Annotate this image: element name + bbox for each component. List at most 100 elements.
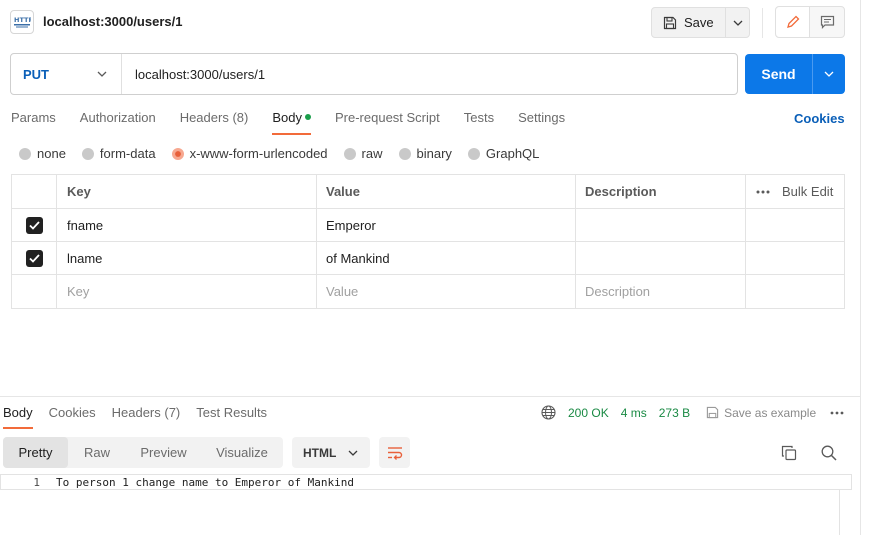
column-header-value: Value xyxy=(317,175,576,208)
format-select[interactable]: HTML xyxy=(292,437,370,468)
response-view-modes: Pretty Raw Preview Visualize xyxy=(3,437,283,468)
tab-authorization[interactable]: Authorization xyxy=(80,110,156,134)
radio-circle xyxy=(398,147,411,160)
chevron-down-icon xyxy=(824,71,834,77)
value-cell[interactable]: of Mankind xyxy=(317,242,576,274)
view-pretty[interactable]: Pretty xyxy=(3,437,68,468)
response-tab-headers[interactable]: Headers (7) xyxy=(112,405,181,429)
format-label: HTML xyxy=(303,445,337,460)
body-params-table: Key Value Description Bulk Edit fname Em… xyxy=(11,174,845,309)
radio-raw[interactable]: raw xyxy=(343,146,383,161)
panel-edge xyxy=(860,0,861,535)
chevron-down-icon xyxy=(733,20,742,26)
bulk-edit-button[interactable]: Bulk Edit xyxy=(782,184,833,199)
value-cell[interactable]: Emperor xyxy=(317,209,576,241)
more-options-icon[interactable] xyxy=(830,411,844,415)
save-as-example-button[interactable]: Save as example xyxy=(706,406,816,420)
radio-x-www-form-urlencoded[interactable]: x-www-form-urlencoded xyxy=(171,146,328,161)
radio-circle xyxy=(81,147,94,160)
table-row-empty: Key Value Description xyxy=(12,275,844,308)
description-cell[interactable] xyxy=(576,242,746,274)
tab-pre-request-script[interactable]: Pre-request Script xyxy=(335,110,440,134)
send-options-dropdown[interactable] xyxy=(813,54,845,94)
save-button-group: Save xyxy=(651,7,750,38)
row-checkbox[interactable] xyxy=(25,216,43,234)
value-placeholder[interactable]: Value xyxy=(317,275,576,308)
checkmark-icon xyxy=(28,220,40,230)
key-cell[interactable]: lname xyxy=(57,242,317,274)
radio-graphql[interactable]: GraphQL xyxy=(467,146,539,161)
radio-circle xyxy=(19,147,31,160)
description-cell[interactable] xyxy=(576,209,746,241)
request-tabs: Params Authorization Headers (8) Body Pr… xyxy=(11,110,589,135)
status-code[interactable]: 200 OK xyxy=(568,406,609,420)
response-divider[interactable] xyxy=(0,396,860,397)
view-raw[interactable]: Raw xyxy=(68,437,126,468)
row-checkbox[interactable] xyxy=(25,249,43,267)
send-button-group: Send xyxy=(745,54,845,94)
radio-form-data[interactable]: form-data xyxy=(81,146,156,161)
tab-params[interactable]: Params xyxy=(11,110,56,134)
response-tab-cookies[interactable]: Cookies xyxy=(49,405,96,429)
method-label: PUT xyxy=(23,66,49,82)
response-time[interactable]: 4 ms xyxy=(621,406,647,420)
key-placeholder[interactable]: Key xyxy=(57,275,317,308)
view-mode-toggle xyxy=(775,6,845,38)
line-number: 1 xyxy=(33,475,40,489)
radio-circle xyxy=(343,147,356,160)
response-tab-body[interactable]: Body xyxy=(3,405,33,429)
cookies-link[interactable]: Cookies xyxy=(794,111,845,126)
radio-binary[interactable]: binary xyxy=(398,146,452,161)
view-preview[interactable]: Preview xyxy=(126,437,201,468)
save-label: Save xyxy=(684,15,714,30)
method-select[interactable]: PUT xyxy=(11,54,122,94)
http-request-icon: HTTP xyxy=(10,10,34,34)
chevron-down-icon xyxy=(97,71,107,77)
view-visualize[interactable]: Visualize xyxy=(201,437,283,468)
body-indicator-dot xyxy=(304,114,311,120)
table-row: lname of Mankind xyxy=(12,242,844,275)
search-icon[interactable] xyxy=(821,445,837,461)
tab-tests[interactable]: Tests xyxy=(464,110,494,134)
url-input[interactable]: localhost:3000/users/1 xyxy=(122,67,265,82)
svg-text:HTTP: HTTP xyxy=(14,16,31,24)
response-tab-test-results[interactable]: Test Results xyxy=(196,405,267,429)
table-header-row: Key Value Description Bulk Edit xyxy=(12,175,844,209)
table-row: fname Emperor xyxy=(12,209,844,242)
response-code-line: 1 To person 1 change name to Emperor of … xyxy=(0,474,852,490)
description-placeholder[interactable]: Description xyxy=(576,275,746,308)
pencil-icon xyxy=(786,15,799,28)
checkmark-icon xyxy=(28,253,40,263)
save-button[interactable]: Save xyxy=(652,8,726,37)
comment-icon xyxy=(820,15,834,29)
response-meta: 200 OK 4 ms 273 B Save as example xyxy=(541,405,844,420)
chevron-down-icon xyxy=(348,450,358,456)
globe-icon[interactable] xyxy=(541,405,556,420)
wrap-lines-icon xyxy=(387,446,402,460)
tab-settings[interactable]: Settings xyxy=(518,110,565,134)
send-button[interactable]: Send xyxy=(745,54,813,94)
radio-none[interactable]: none xyxy=(19,146,66,161)
more-options-icon[interactable] xyxy=(756,190,770,194)
edit-mode-button[interactable] xyxy=(776,7,811,37)
key-cell[interactable]: fname xyxy=(57,209,317,241)
response-tabs: Body Cookies Headers (7) Test Results xyxy=(3,405,283,429)
comments-button[interactable] xyxy=(810,7,844,37)
copy-icon[interactable] xyxy=(781,445,797,461)
response-size[interactable]: 273 B xyxy=(659,406,690,420)
save-options-dropdown[interactable] xyxy=(726,8,749,37)
wrap-lines-button[interactable] xyxy=(379,437,410,468)
request-title: localhost:3000/users/1 xyxy=(43,14,183,29)
tab-body[interactable]: Body xyxy=(272,110,311,135)
url-bar: PUT localhost:3000/users/1 xyxy=(10,53,738,95)
column-header-key: Key xyxy=(57,175,317,208)
radio-circle-selected xyxy=(171,147,184,160)
tab-headers[interactable]: Headers (8) xyxy=(180,110,249,134)
body-type-radios: none form-data x-www-form-urlencoded raw… xyxy=(19,146,555,161)
headers-count: (8) xyxy=(232,110,249,125)
response-body-text: To person 1 change name to Emperor of Ma… xyxy=(56,475,355,489)
radio-circle xyxy=(467,147,480,160)
response-scrollbar[interactable] xyxy=(839,490,840,535)
save-icon xyxy=(706,406,719,419)
column-header-description: Description xyxy=(576,175,746,208)
